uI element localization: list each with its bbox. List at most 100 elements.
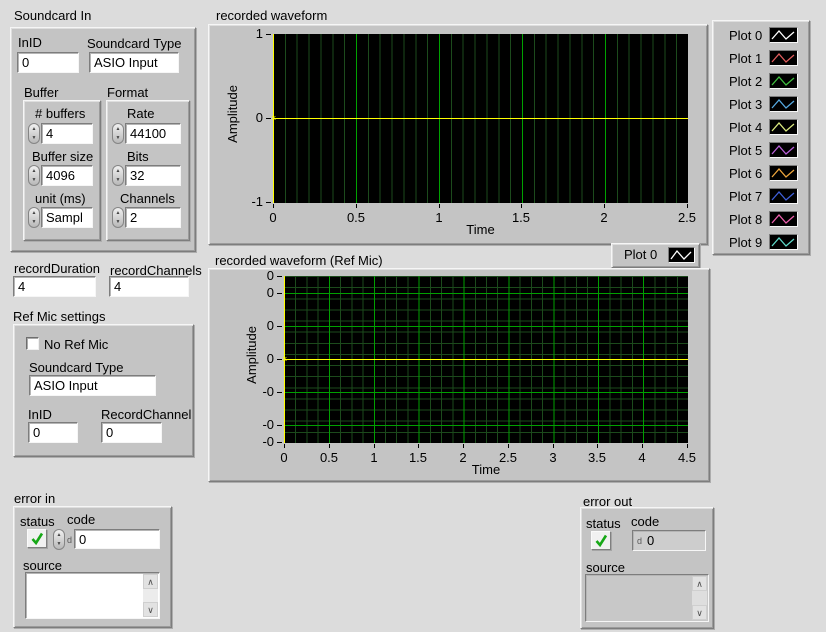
check-icon bbox=[594, 534, 608, 547]
error-out-code-radix: d bbox=[637, 536, 642, 546]
buffer-group-label: Buffer bbox=[24, 85, 58, 100]
y-axis-tick bbox=[277, 392, 282, 393]
error-in-source-textarea[interactable]: ∧∨ bbox=[25, 572, 160, 619]
y-tick-label: 0 bbox=[227, 110, 263, 125]
x-axis-tick bbox=[273, 204, 274, 208]
legend-item[interactable]: Plot 0 bbox=[713, 24, 809, 47]
legend-item[interactable]: Plot 7 bbox=[713, 185, 809, 208]
format-panel: Rate ▲▼ 44100 Bits ▲▼ 32 Channels ▲▼ 2 bbox=[106, 100, 190, 241]
rate-field[interactable]: 44100 bbox=[125, 123, 181, 144]
refmic-legend-swatch[interactable] bbox=[668, 247, 695, 263]
legend-item-label: Plot 8 bbox=[729, 212, 762, 227]
legend-item[interactable]: Plot 9 bbox=[713, 231, 809, 254]
legend-item-label: Plot 6 bbox=[729, 166, 762, 181]
y-tick-label: 0 bbox=[238, 318, 274, 333]
refmic-inid-field[interactable]: 0 bbox=[28, 422, 78, 443]
legend-item-swatch[interactable] bbox=[769, 73, 798, 89]
unit-ms-label: unit (ms) bbox=[35, 191, 86, 206]
x-axis-tick bbox=[553, 444, 554, 448]
x-axis-tick bbox=[508, 444, 509, 448]
legend-item-swatch[interactable] bbox=[769, 234, 798, 250]
error-in-source-scrollbar[interactable]: ∧∨ bbox=[143, 574, 158, 617]
y-axis-tick bbox=[277, 425, 282, 426]
error-in-status-indicator[interactable] bbox=[27, 529, 47, 548]
legend-item-label: Plot 9 bbox=[729, 235, 762, 250]
legend-item[interactable]: Plot 5 bbox=[713, 139, 809, 162]
legend-item[interactable]: Plot 4 bbox=[713, 116, 809, 139]
plot-legend-rows: Plot 0Plot 1 Plot 2 Plot 3 Plot 4 Plot 5 Plot… bbox=[713, 24, 809, 254]
record-duration-label: recordDuration bbox=[14, 261, 100, 276]
legend-item-label: Plot 2 bbox=[729, 74, 762, 89]
no-ref-mic-checkbox[interactable] bbox=[26, 337, 39, 350]
scroll-down-icon[interactable]: ∨ bbox=[692, 605, 707, 620]
legend-item-label: Plot 4 bbox=[729, 120, 762, 135]
refmic-chart-title: recorded waveform (Ref Mic) bbox=[215, 253, 383, 268]
error-out-panel: status code 0 d source ∧∨ bbox=[580, 507, 714, 629]
channels-label: Channels bbox=[120, 191, 175, 206]
legend-item-swatch[interactable] bbox=[769, 27, 798, 43]
error-out-status-indicator bbox=[591, 531, 611, 550]
ref-mic-settings-title: Ref Mic settings bbox=[13, 309, 105, 324]
refmic-plot-legend[interactable]: Plot 0 bbox=[611, 243, 700, 268]
x-axis-tick bbox=[642, 444, 643, 448]
x-tick-label: 3.5 bbox=[577, 450, 617, 465]
channels-field[interactable]: 2 bbox=[125, 207, 181, 228]
bits-field[interactable]: 32 bbox=[125, 165, 181, 186]
scroll-down-icon[interactable]: ∨ bbox=[143, 602, 158, 617]
channels-increment-decrement[interactable]: ▲▼ bbox=[112, 207, 124, 228]
x-tick-label: 2.5 bbox=[488, 450, 528, 465]
legend-item[interactable]: Plot 2 bbox=[713, 70, 809, 93]
waveform-point-marker: × bbox=[271, 114, 276, 123]
record-channel-field[interactable]: 0 bbox=[101, 422, 162, 443]
refmic-soundcard-type-field[interactable]: ASIO Input bbox=[29, 375, 156, 396]
x-axis-tick bbox=[329, 444, 330, 448]
record-channels-field[interactable]: 4 bbox=[109, 276, 189, 297]
x-tick-label: 3 bbox=[533, 450, 573, 465]
legend-item-swatch[interactable] bbox=[769, 188, 798, 204]
unit-ms-increment-decrement[interactable]: ▲▼ bbox=[28, 207, 40, 228]
buffer-size-increment-decrement[interactable]: ▲▼ bbox=[28, 165, 40, 186]
legend-item-swatch[interactable] bbox=[769, 211, 798, 227]
x-tick-label: 2 bbox=[443, 450, 483, 465]
bits-label: Bits bbox=[127, 149, 149, 164]
refmic-legend-label: Plot 0 bbox=[624, 247, 657, 262]
num-buffers-increment-decrement[interactable]: ▲▼ bbox=[28, 123, 40, 144]
error-in-code-radix: d bbox=[67, 535, 72, 545]
inid-field[interactable]: 0 bbox=[17, 52, 79, 73]
error-in-code-field[interactable]: 0 bbox=[74, 529, 160, 549]
waveform-plot-area[interactable]: × bbox=[273, 34, 688, 203]
legend-item-swatch[interactable] bbox=[769, 119, 798, 135]
bits-increment-decrement[interactable]: ▲▼ bbox=[112, 165, 124, 186]
legend-item[interactable]: Plot 8 bbox=[713, 208, 809, 231]
scroll-up-icon[interactable]: ∧ bbox=[143, 574, 158, 589]
no-ref-mic-label: No Ref Mic bbox=[44, 337, 108, 352]
unit-ms-field[interactable]: Sampl bbox=[41, 207, 93, 228]
y-tick-label: -0 bbox=[238, 417, 274, 432]
record-duration-field[interactable]: 4 bbox=[13, 276, 96, 297]
y-axis-tick bbox=[266, 118, 271, 119]
error-out-code-label: code bbox=[631, 514, 659, 529]
rate-increment-decrement[interactable]: ▲▼ bbox=[112, 123, 124, 144]
legend-item-label: Plot 3 bbox=[729, 97, 762, 112]
scroll-up-icon[interactable]: ∧ bbox=[692, 576, 707, 591]
legend-item-label: Plot 7 bbox=[729, 189, 762, 204]
x-axis-tick bbox=[418, 444, 419, 448]
legend-item[interactable]: Plot 6 bbox=[713, 162, 809, 185]
soundcard-type-field[interactable]: ASIO Input bbox=[89, 52, 179, 73]
error-out-source-scrollbar[interactable]: ∧∨ bbox=[692, 576, 707, 620]
y-axis-tick bbox=[277, 442, 282, 443]
legend-item-swatch[interactable] bbox=[769, 50, 798, 66]
refmic-plot-area[interactable]: × bbox=[284, 276, 688, 443]
num-buffers-field[interactable]: 4 bbox=[41, 123, 93, 144]
refmic-soundcard-type-label: Soundcard Type bbox=[29, 360, 123, 375]
legend-item-swatch[interactable] bbox=[769, 142, 798, 158]
error-in-code-increment-decrement[interactable]: ▲▼ bbox=[53, 529, 65, 550]
legend-item[interactable]: Plot 1 bbox=[713, 47, 809, 70]
buffer-size-field[interactable]: 4096 bbox=[41, 165, 93, 186]
grid-major-line bbox=[284, 293, 688, 294]
legend-item-swatch[interactable] bbox=[769, 96, 798, 112]
legend-item[interactable]: Plot 3 bbox=[713, 93, 809, 116]
inid-label: InID bbox=[18, 35, 42, 50]
legend-item-swatch[interactable] bbox=[769, 165, 798, 181]
x-axis-tick bbox=[687, 444, 688, 448]
